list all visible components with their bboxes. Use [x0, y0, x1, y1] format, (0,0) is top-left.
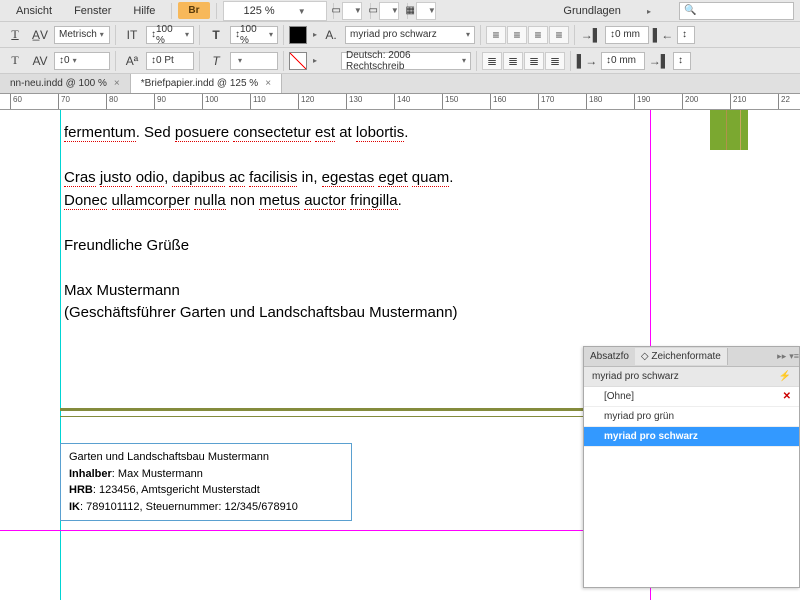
indent-left-field[interactable]: ↕0 mm [605, 26, 649, 44]
document-canvas[interactable]: fermentum. Sed posuere consectetur est a… [0, 110, 800, 600]
para-icon[interactable]: T [4, 51, 26, 71]
hscale-icon[interactable]: T [205, 25, 227, 45]
indent-right-field[interactable]: ↕0 mm [601, 52, 645, 70]
arrange-icon[interactable]: ▦▼ [416, 2, 436, 20]
close-icon[interactable]: × [114, 78, 120, 89]
align-justify-icon[interactable]: ≡ [549, 26, 569, 44]
stroke-none-swatch[interactable] [289, 52, 307, 70]
close-icon[interactable]: × [265, 78, 271, 89]
indent-first-field[interactable]: ↕ [677, 26, 695, 44]
indent-left-icon[interactable]: →▌ [580, 25, 602, 45]
control-panel-row2: T AV ↕ 0▾ Aª ↕ 0 Pt T ▾ ▸ Deutsch: 2006 … [0, 48, 800, 74]
align-center-icon[interactable]: ≡ [507, 26, 527, 44]
footer-text-frame[interactable]: Garten und Landschaftsbau Mustermann Inh… [60, 443, 352, 521]
menu-help[interactable]: Hilfe [123, 2, 165, 20]
hscale-field[interactable]: ↕ 100 %▾ [230, 26, 278, 44]
justify-d-icon[interactable]: ≣ [545, 52, 565, 70]
clear-override-icon[interactable]: ✕ [783, 391, 791, 402]
panel-tabbar: Absatzfo ◇ Zeichenformate ▸▸▾≡ [584, 347, 799, 367]
doc-tab-2[interactable]: *Briefpapier.indd @ 125 %× [131, 74, 282, 93]
guide-vertical[interactable] [60, 110, 61, 600]
override-icon[interactable]: ⚡ [779, 371, 791, 382]
search-input[interactable] [679, 2, 794, 20]
align-group: ≡ ≡ ≡ ≡ [486, 26, 569, 44]
style-item-green[interactable]: myriad pro grün [584, 407, 799, 427]
justify-b-icon[interactable]: ≣ [503, 52, 523, 70]
view-mode-icon[interactable]: ▭▼ [342, 2, 362, 20]
menu-window[interactable]: Fenster [64, 2, 121, 20]
document-tabbar: nn-neu.indd @ 100 %× *Briefpapier.indd @… [0, 74, 800, 94]
screen-mode-icon[interactable]: ▭▼ [379, 2, 399, 20]
char-icon[interactable]: T [4, 25, 26, 45]
control-panel-row1: T A̲V Metrisch▾ IT ↕ 100 %▾ T ↕ 100 %▾ ▸… [0, 22, 800, 48]
charstyle-icon: A. [320, 25, 342, 45]
character-styles-panel[interactable]: Absatzfo ◇ Zeichenformate ▸▸▾≡ myriad pr… [583, 346, 800, 588]
zoom-level[interactable]: 125 %▼ [223, 1, 327, 21]
green-block [710, 110, 748, 150]
baseline-icon[interactable]: Aª [121, 51, 143, 71]
justify-c-icon[interactable]: ≣ [524, 52, 544, 70]
justify-group: ≣ ≣ ≣ ≣ [482, 52, 565, 70]
doc-tab-1[interactable]: nn-neu.indd @ 100 %× [0, 74, 131, 93]
menu-bar: Ansicht Fenster Hilfe Br 125 %▼ ▭▼ ▭▼ ▦▼… [0, 0, 800, 22]
panel-empty-area [584, 447, 799, 587]
tracking-icon[interactable]: AV [29, 51, 51, 71]
kerning-icon[interactable]: A̲V [29, 25, 51, 45]
indent-last-icon[interactable]: →▌ [648, 51, 670, 71]
skew-field[interactable]: ▾ [230, 52, 278, 70]
menu-view[interactable]: Ansicht [6, 2, 62, 20]
tracking-field[interactable]: ↕ 0▾ [54, 52, 110, 70]
vscale-field[interactable]: ↕ 100 %▾ [146, 26, 194, 44]
current-style-row: myriad pro schwarz ⚡ [584, 367, 799, 387]
workspace-selector[interactable]: Grundlagen ▸ [543, 2, 671, 20]
panel-tab-character[interactable]: ◇ Zeichenformate [635, 348, 728, 365]
panel-collapse-icon[interactable]: ▸▸ [777, 351, 786, 362]
justify-a-icon[interactable]: ≣ [482, 52, 502, 70]
indent-last-field[interactable]: ↕ [673, 52, 691, 70]
baseline-field[interactable]: ↕ 0 Pt [146, 52, 194, 70]
kerning-select[interactable]: Metrisch▾ [54, 26, 110, 44]
align-right-icon[interactable]: ≡ [528, 26, 548, 44]
vscale-icon[interactable]: IT [121, 25, 143, 45]
skew-icon[interactable]: T [205, 51, 227, 71]
panel-menu-icon[interactable]: ▾≡ [789, 351, 799, 362]
style-item-black[interactable]: myriad pro schwarz [584, 427, 799, 447]
align-left-icon[interactable]: ≡ [486, 26, 506, 44]
panel-tab-paragraph[interactable]: Absatzfo [584, 348, 635, 365]
bridge-button[interactable]: Br [178, 2, 209, 19]
style-list: [Ohne]✕ myriad pro grün myriad pro schwa… [584, 387, 799, 587]
horizontal-ruler[interactable]: 60 70 80 90 100 110 120 130 140 150 160 … [0, 94, 800, 110]
brown-stripe [726, 110, 727, 150]
brown-stripe-2 [740, 110, 741, 150]
indent-right-icon[interactable]: ▌→ [576, 51, 598, 71]
charstyle-field[interactable]: myriad pro schwarz▾ [345, 26, 475, 44]
language-field[interactable]: Deutsch: 2006 Rechtschreib▾ [341, 52, 471, 70]
style-none[interactable]: [Ohne]✕ [584, 387, 799, 407]
fill-swatch[interactable] [289, 26, 307, 44]
indent-first-icon[interactable]: ▌← [652, 25, 674, 45]
body-text[interactable]: fermentum. Sed posuere consectetur est a… [64, 122, 458, 325]
